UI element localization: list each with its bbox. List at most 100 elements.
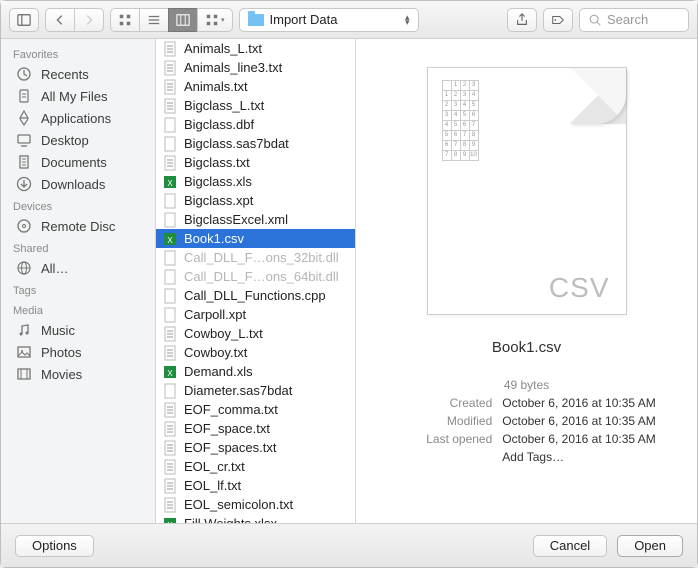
sidebar-item-label: Desktop: [41, 133, 89, 148]
file-row[interactable]: XBigclass.xls: [156, 172, 355, 191]
sidebar-item-movies[interactable]: Movies: [1, 363, 155, 385]
file-name: Diameter.sas7bdat: [184, 383, 292, 398]
file-name: BigclassExcel.xml: [184, 212, 288, 227]
file-row[interactable]: XDemand.xls: [156, 362, 355, 381]
file-list[interactable]: Animals_L.txt Animals_line3.txt Animals.tx…: [156, 39, 356, 523]
file-type-icon: [162, 117, 178, 133]
svg-text:X: X: [167, 236, 173, 245]
sidebar-item-recents[interactable]: Recents: [1, 63, 155, 85]
file-row[interactable]: EOF_comma.txt: [156, 400, 355, 419]
file-type-icon: [162, 79, 178, 95]
share-button[interactable]: [507, 8, 537, 32]
open-button[interactable]: Open: [617, 535, 683, 557]
file-row[interactable]: Call_DLL_F…ons_64bit.dll: [156, 267, 355, 286]
file-row[interactable]: Bigclass.dbf: [156, 115, 355, 134]
file-row[interactable]: EOL_lf.txt: [156, 476, 355, 495]
music-icon: [15, 322, 33, 338]
file-name: EOF_comma.txt: [184, 402, 278, 417]
preview-pane: 123 1234 2345 3456 4567 5678 6789 78910 …: [356, 39, 697, 523]
search-icon: [588, 13, 602, 27]
document-preview: 123 1234 2345 3456 4567 5678 6789 78910 …: [427, 67, 627, 315]
file-name: Carpoll.xpt: [184, 307, 246, 322]
cancel-button[interactable]: Cancel: [533, 535, 607, 557]
file-row[interactable]: EOF_spaces.txt: [156, 438, 355, 457]
file-name: EOF_space.txt: [184, 421, 270, 436]
sidebar-item-all-[interactable]: All…: [1, 257, 155, 279]
file-type-icon: [162, 497, 178, 513]
file-type-icon: [162, 402, 178, 418]
file-row[interactable]: Bigclass_L.txt: [156, 96, 355, 115]
file-type-icon: [162, 440, 178, 456]
file-row[interactable]: Call_DLL_Functions.cpp: [156, 286, 355, 305]
file-name: Cowboy_L.txt: [184, 326, 263, 341]
icon-view-button[interactable]: [110, 8, 139, 32]
file-row[interactable]: X Book1.csv: [156, 229, 355, 248]
file-row[interactable]: Call_DLL_F…ons_32bit.dll: [156, 248, 355, 267]
options-button[interactable]: Options: [15, 535, 94, 557]
file-row[interactable]: XFill Weights.xlsx: [156, 514, 355, 523]
sidebar-item-remote-disc[interactable]: Remote Disc: [1, 215, 155, 237]
file-type-icon: [162, 60, 178, 76]
sidebar-item-label: Documents: [41, 155, 107, 170]
file-name: Bigclass.txt: [184, 155, 250, 170]
sidebar-item-photos[interactable]: Photos: [1, 341, 155, 363]
file-name: Demand.xls: [184, 364, 253, 379]
file-type-icon: [162, 41, 178, 57]
file-row[interactable]: EOF_space.txt: [156, 419, 355, 438]
folder-name: Import Data: [270, 12, 338, 27]
file-type-icon: X: [162, 231, 178, 247]
file-type-icon: [162, 459, 178, 475]
toolbar: ▾ Import Data ▴▾ Search: [1, 1, 697, 39]
file-name: Call_DLL_F…ons_32bit.dll: [184, 250, 339, 265]
file-name: Animals_line3.txt: [184, 60, 282, 75]
file-row[interactable]: Cowboy_L.txt: [156, 324, 355, 343]
created-value: October 6, 2016 at 10:35 AM: [502, 396, 655, 410]
popup-arrows-icon: ▴▾: [405, 15, 410, 25]
add-tags-link[interactable]: Add Tags…: [502, 450, 655, 464]
file-row[interactable]: Animals_line3.txt: [156, 58, 355, 77]
file-row[interactable]: Bigclass.sas7bdat: [156, 134, 355, 153]
file-type-icon: [162, 383, 178, 399]
sidebar-item-documents[interactable]: Documents: [1, 151, 155, 173]
sidebar-item-desktop[interactable]: Desktop: [1, 129, 155, 151]
footer: Options Cancel Open: [1, 523, 697, 567]
file-type-icon: [162, 288, 178, 304]
file-row[interactable]: BigclassExcel.xml: [156, 210, 355, 229]
file-row[interactable]: Animals_L.txt: [156, 39, 355, 58]
file-type-icon: [162, 193, 178, 209]
file-name: Bigclass.xpt: [184, 193, 253, 208]
tag-icon: [551, 13, 565, 27]
file-name: Book1.csv: [184, 231, 244, 246]
file-size: 49 bytes: [397, 378, 655, 392]
sidebar-item-all-my-files[interactable]: All My Files: [1, 85, 155, 107]
coverflow-view-button[interactable]: ▾: [197, 8, 233, 32]
file-row[interactable]: Cowboy.txt: [156, 343, 355, 362]
list-view-button[interactable]: [139, 8, 168, 32]
file-row[interactable]: EOL_cr.txt: [156, 457, 355, 476]
sidebar-section-header: Tags: [1, 279, 155, 299]
tags-button[interactable]: [543, 8, 573, 32]
file-row[interactable]: Bigclass.xpt: [156, 191, 355, 210]
file-row[interactable]: Carpoll.xpt: [156, 305, 355, 324]
file-row[interactable]: Animals.txt: [156, 77, 355, 96]
file-name: Bigclass.xls: [184, 174, 252, 189]
sidebar-toggle-button[interactable]: [9, 8, 39, 32]
sidebar-item-applications[interactable]: Applications: [1, 107, 155, 129]
search-field[interactable]: Search: [579, 8, 689, 32]
file-row[interactable]: Diameter.sas7bdat: [156, 381, 355, 400]
back-button[interactable]: [45, 8, 74, 32]
column-view-button[interactable]: [168, 8, 197, 32]
sidebar-item-label: Downloads: [41, 177, 105, 192]
sidebar-item-downloads[interactable]: Downloads: [1, 173, 155, 195]
coverflow-icon: [205, 13, 219, 27]
file-row[interactable]: EOL_semicolon.txt: [156, 495, 355, 514]
folder-dropdown[interactable]: Import Data ▴▾: [239, 8, 419, 32]
sidebar-item-label: Movies: [41, 367, 82, 382]
forward-button[interactable]: [74, 8, 104, 32]
sidebar-item-music[interactable]: Music: [1, 319, 155, 341]
file-type-icon: [162, 421, 178, 437]
file-name: EOL_lf.txt: [184, 478, 241, 493]
file-row[interactable]: Bigclass.txt: [156, 153, 355, 172]
modified-value: October 6, 2016 at 10:35 AM: [502, 414, 655, 428]
globe-icon: [15, 260, 33, 276]
